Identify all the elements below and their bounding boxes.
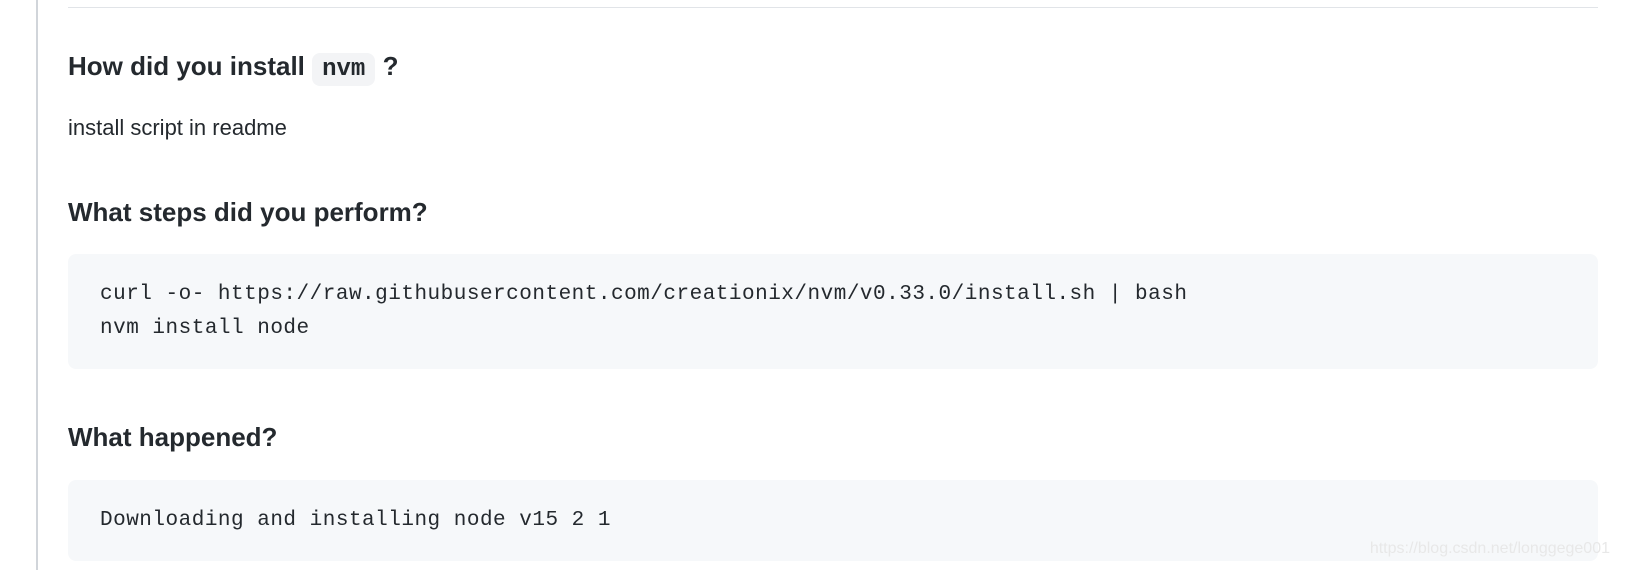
issue-content-container: How did you install nvm ? install script… <box>36 0 1628 570</box>
install-heading-suffix: ? <box>375 51 398 81</box>
install-body: install script in readme <box>68 111 1598 144</box>
section-steps: What steps did you perform? curl -o- htt… <box>68 194 1598 370</box>
issue-body: How did you install nvm ? install script… <box>38 0 1628 561</box>
top-divider <box>68 0 1598 8</box>
happened-code-block: Downloading and installing node v15 2 1 <box>68 480 1598 562</box>
section-happened: What happened? Downloading and installin… <box>68 419 1598 561</box>
install-heading: How did you install nvm ? <box>68 48 1598 87</box>
install-heading-prefix: How did you install <box>68 51 312 81</box>
watermark-text: https://blog.csdn.net/longgege001 <box>1370 540 1610 558</box>
section-install: How did you install nvm ? install script… <box>68 48 1598 144</box>
steps-heading: What steps did you perform? <box>68 194 1598 230</box>
happened-heading: What happened? <box>68 419 1598 455</box>
install-heading-code: nvm <box>312 53 375 86</box>
steps-code-block: curl -o- https://raw.githubusercontent.c… <box>68 254 1598 369</box>
